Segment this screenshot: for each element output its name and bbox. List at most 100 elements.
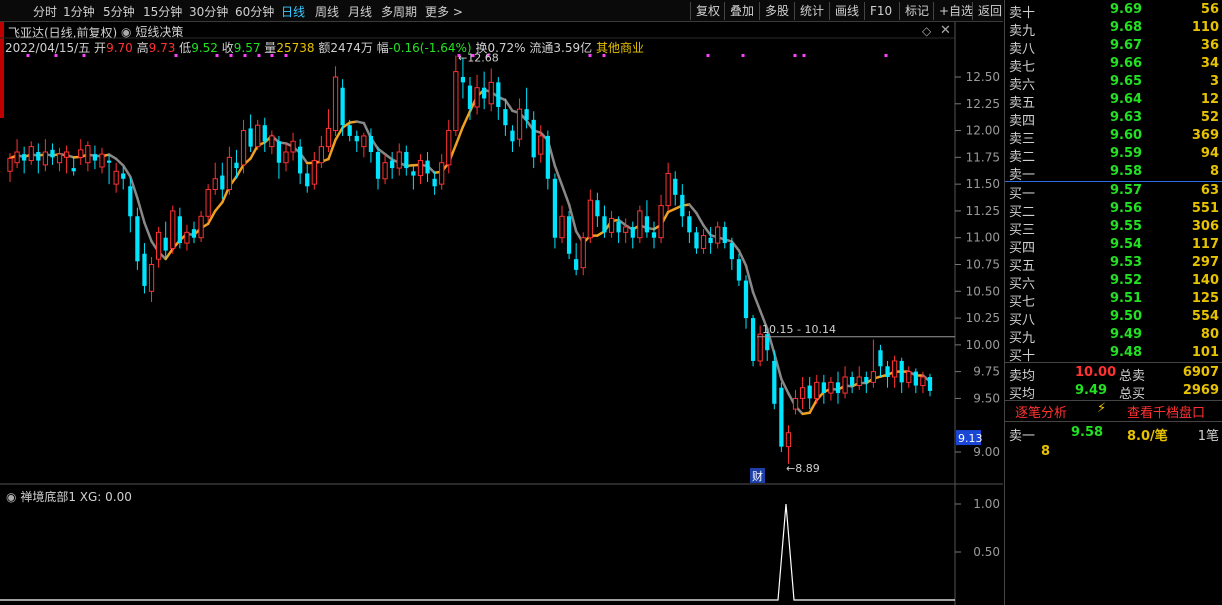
candle-body-up	[891, 360, 898, 378]
chevron-right-icon: >	[449, 5, 463, 19]
candle-body-down	[432, 178, 437, 187]
ask-level-1[interactable]: 卖十 9.69 56	[1005, 1, 1222, 21]
bid-level-1[interactable]: 买一 9.57 63	[1005, 182, 1222, 202]
order-book-panel: 卖十 9.69 56 卖九 9.68 110 卖八 9.67 36 卖七 9.66 34 卖六 9.65 3…	[1004, 0, 1222, 605]
ask-level-7[interactable]: 卖四 9.63 52	[1005, 109, 1222, 129]
bid-level-volume: 551	[1191, 201, 1219, 216]
tick-label: 卖一	[1009, 429, 1036, 444]
y-tick-label: 11.75	[966, 150, 1000, 164]
candle-body-up	[439, 162, 445, 185]
candle-body-up	[842, 376, 848, 394]
candle-body-down	[22, 154, 27, 161]
period-tab-monthly[interactable]: 月线	[348, 3, 372, 20]
multi-stock-button[interactable]: 多股	[759, 2, 789, 20]
overlay-button[interactable]: 叠加	[724, 2, 754, 20]
candle-body-down	[298, 146, 303, 174]
signal-dot	[284, 54, 288, 57]
stats-button[interactable]: 统计	[794, 2, 824, 20]
bid-level-8[interactable]: 买八 9.50 554	[1005, 308, 1222, 328]
period-tab-15min[interactable]: 15分钟	[143, 3, 182, 20]
bid-level-price: 9.55	[1110, 219, 1143, 234]
ask-level-8[interactable]: 卖三 9.60 369	[1005, 127, 1222, 147]
y-tick-label: 12.50	[966, 70, 1000, 84]
signal-dot	[588, 54, 592, 57]
signal-dot	[793, 54, 797, 57]
back-button[interactable]: 返回	[972, 2, 1002, 20]
bid-level-3[interactable]: 买三 9.55 306	[1005, 218, 1222, 238]
bid-level-10[interactable]: 买十 9.48 101	[1005, 344, 1222, 364]
xg-value: 0.00	[105, 490, 132, 504]
bid-level-6[interactable]: 买六 9.52 140	[1005, 272, 1222, 292]
candle-body-down	[467, 85, 473, 110]
kline-chart[interactable]: ←12.68 ←8.89 10.15 - 10.14 财 12.50 12.25 12.0…	[0, 22, 1003, 605]
ask-level-4[interactable]: 卖七 9.66 34	[1005, 55, 1222, 75]
ask-level-6[interactable]: 卖五 9.64 12	[1005, 91, 1222, 111]
avg-ask-value: 10.00	[1075, 365, 1117, 380]
y-tick-label: 11.00	[966, 231, 1000, 245]
bid-level-9[interactable]: 买九 9.49 80	[1005, 326, 1222, 346]
period-tab-multi[interactable]: 多周期	[381, 3, 417, 20]
sub-indicator-title[interactable]: ◉ 禅境底部1 XG: 0.00	[6, 488, 132, 505]
add-watchlist-button[interactable]: +自选	[933, 2, 973, 20]
candle-body-up	[56, 153, 63, 164]
period-tab-more[interactable]: 更多 >	[425, 3, 463, 20]
period-tab-1min[interactable]: 1分钟	[63, 3, 95, 20]
view-depth-link[interactable]: 查看千档盘口	[1127, 402, 1205, 421]
candle-body-down	[899, 360, 904, 383]
ask-level-price: 9.60	[1110, 128, 1143, 143]
ask-level-volume: 12	[1200, 92, 1219, 107]
tick-row: 卖一 9.58 8.0/笔 1笔	[1005, 424, 1222, 444]
candle-body-up	[792, 397, 799, 410]
bid-level-volume: 554	[1191, 309, 1219, 324]
ask-level-2[interactable]: 卖九 9.68 110	[1005, 19, 1222, 39]
ask-level-3[interactable]: 卖八 9.67 36	[1005, 37, 1222, 57]
candle-body-up	[446, 130, 452, 166]
sub-indicator-panel: 1.00 0.50	[0, 497, 1000, 601]
candle-body-up	[488, 81, 494, 105]
adjust-button[interactable]: 复权	[690, 2, 720, 20]
bid-level-4[interactable]: 买四 9.54 117	[1005, 236, 1222, 256]
bid-level-5[interactable]: 买五 9.53 297	[1005, 254, 1222, 274]
ask-level-10[interactable]: 卖一 9.58 8	[1005, 163, 1222, 183]
candle-body-up	[361, 135, 367, 148]
candle-body-up	[637, 210, 643, 239]
candle-body-up	[538, 135, 544, 155]
bid-level-7[interactable]: 买七 9.51 125	[1005, 290, 1222, 310]
candle-body-up	[715, 226, 721, 244]
candle-body-up	[184, 231, 190, 244]
period-tab-fenshi[interactable]: 分时	[33, 3, 57, 20]
bid-level-volume: 125	[1191, 291, 1219, 306]
mark-button[interactable]: 标记	[899, 2, 929, 20]
signal-dot	[26, 54, 30, 57]
y-tick-label: 10.50	[966, 284, 1000, 298]
period-tab-5min[interactable]: 5分钟	[103, 3, 135, 20]
period-tab-30min[interactable]: 30分钟	[189, 3, 228, 20]
signal-dot	[243, 54, 247, 57]
ask-level-volume: 34	[1200, 56, 1219, 71]
ma-segment-falling	[143, 221, 153, 243]
signal-dot	[602, 54, 606, 57]
period-tab-daily[interactable]: 日线	[281, 3, 305, 20]
bid-level-price: 9.57	[1110, 183, 1143, 198]
period-tab-60min[interactable]: 60分钟	[235, 3, 274, 20]
xg-signal-line	[0, 503, 955, 601]
signal-dot	[270, 54, 274, 57]
bid-level-price: 9.52	[1110, 273, 1143, 288]
period-tab-weekly[interactable]: 周线	[315, 3, 339, 20]
candle-body-up	[318, 146, 325, 164]
ask-level-9[interactable]: 卖二 9.59 94	[1005, 145, 1222, 165]
tick-analysis-link[interactable]: 逐笔分析	[1015, 402, 1067, 421]
f10-button[interactable]: F10	[864, 2, 892, 20]
ask-level-5[interactable]: 卖六 9.65 3	[1005, 73, 1222, 93]
candle-body-down	[368, 135, 374, 152]
ma-segment-falling	[702, 224, 712, 237]
bid-level-2[interactable]: 买二 9.56 551	[1005, 200, 1222, 220]
candle-body-down	[305, 173, 310, 187]
candle-body-up	[283, 151, 289, 164]
tick-count: 1笔	[1197, 429, 1219, 444]
finance-event-label: 财	[752, 469, 763, 483]
draw-line-button[interactable]: 画线	[829, 2, 859, 20]
candle-body-down	[616, 221, 621, 233]
candle-body-down	[375, 152, 381, 179]
candle-body-up	[920, 376, 926, 387]
